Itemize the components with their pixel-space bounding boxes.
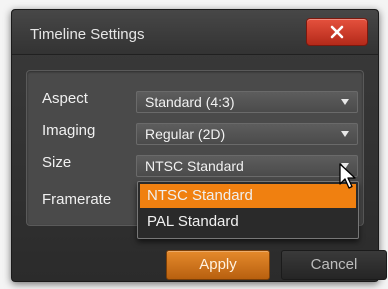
close-button[interactable]: [306, 18, 368, 46]
cancel-button[interactable]: Cancel: [281, 250, 387, 280]
dropdown-option-label: NTSC Standard: [147, 187, 253, 204]
chevron-down-icon: [341, 99, 349, 105]
title-bar[interactable]: Timeline Settings: [12, 10, 378, 55]
size-dropdown-menu: NTSC Standard PAL Standard: [137, 181, 359, 239]
aspect-value: Standard (4:3): [145, 94, 235, 110]
imaging-label: Imaging: [42, 122, 96, 139]
imaging-value: Regular (2D): [145, 126, 226, 142]
aspect-label: Aspect: [42, 90, 88, 107]
chevron-down-icon: [341, 131, 349, 137]
dropdown-option-ntsc[interactable]: NTSC Standard: [140, 184, 356, 208]
timeline-settings-dialog: Timeline Settings Aspect Standard (4:3) …: [11, 9, 387, 282]
mouse-pointer-icon: [339, 163, 356, 189]
size-label: Size: [42, 154, 72, 171]
dialog-title: Timeline Settings: [30, 26, 145, 43]
dropdown-option-pal[interactable]: PAL Standard: [140, 210, 356, 234]
dropdown-option-label: PAL Standard: [147, 213, 239, 230]
apply-button[interactable]: Apply: [166, 250, 270, 280]
aspect-select[interactable]: Standard (4:3): [136, 91, 358, 113]
size-value: NTSC Standard: [145, 158, 244, 174]
imaging-select[interactable]: Regular (2D): [136, 123, 358, 145]
size-select[interactable]: NTSC Standard: [136, 155, 358, 177]
close-icon: [330, 25, 344, 39]
framerate-label: Framerate: [42, 191, 112, 208]
